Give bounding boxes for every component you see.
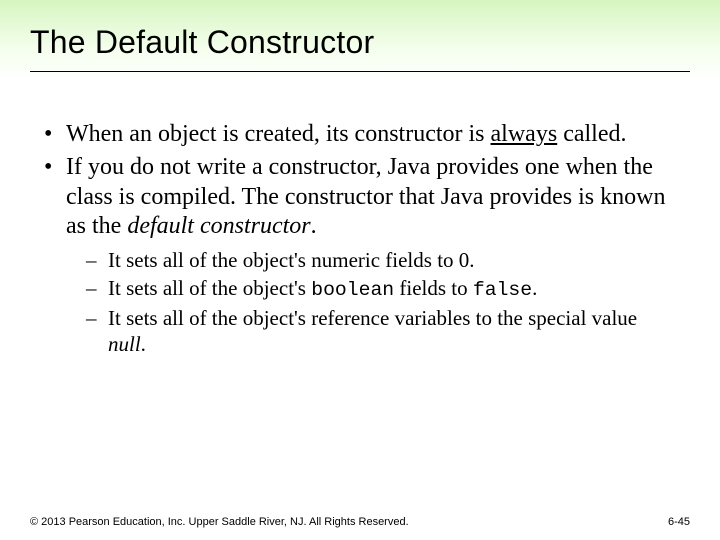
text: It sets all of the object's reference va… (108, 306, 637, 330)
underline-text: always (491, 121, 558, 147)
slide-title: The Default Constructor (30, 24, 690, 72)
text: It sets all of the object's (108, 276, 311, 300)
sub-bullet-item: It sets all of the object's numeric fiel… (66, 247, 680, 273)
slide-body: When an object is created, its construct… (40, 120, 680, 361)
italic-text: default constructor (127, 213, 310, 239)
bullet-list: When an object is created, its construct… (40, 120, 680, 357)
sub-bullet-list: It sets all of the object's numeric fiel… (66, 247, 680, 357)
sub-bullet-item: It sets all of the object's boolean fiel… (66, 275, 680, 303)
text: called. (557, 121, 626, 147)
page-number: 6-45 (668, 516, 690, 528)
code-text: boolean (311, 279, 394, 301)
slide: The Default Constructor When an object i… (0, 0, 720, 540)
italic-text: null (108, 332, 141, 356)
text: . (311, 213, 317, 239)
slide-footer: © 2013 Pearson Education, Inc. Upper Sad… (30, 516, 690, 528)
text: It sets all of the object's numeric fiel… (108, 248, 475, 272)
copyright-text: © 2013 Pearson Education, Inc. Upper Sad… (30, 516, 409, 528)
text: When an object is created, its construct… (66, 121, 491, 147)
text: fields to (394, 276, 473, 300)
sub-bullet-item: It sets all of the object's reference va… (66, 305, 680, 358)
text: . (532, 276, 537, 300)
text: . (141, 332, 146, 356)
code-text: false (473, 279, 532, 301)
bullet-item: If you do not write a constructor, Java … (40, 153, 680, 357)
bullet-item: When an object is created, its construct… (40, 120, 680, 149)
